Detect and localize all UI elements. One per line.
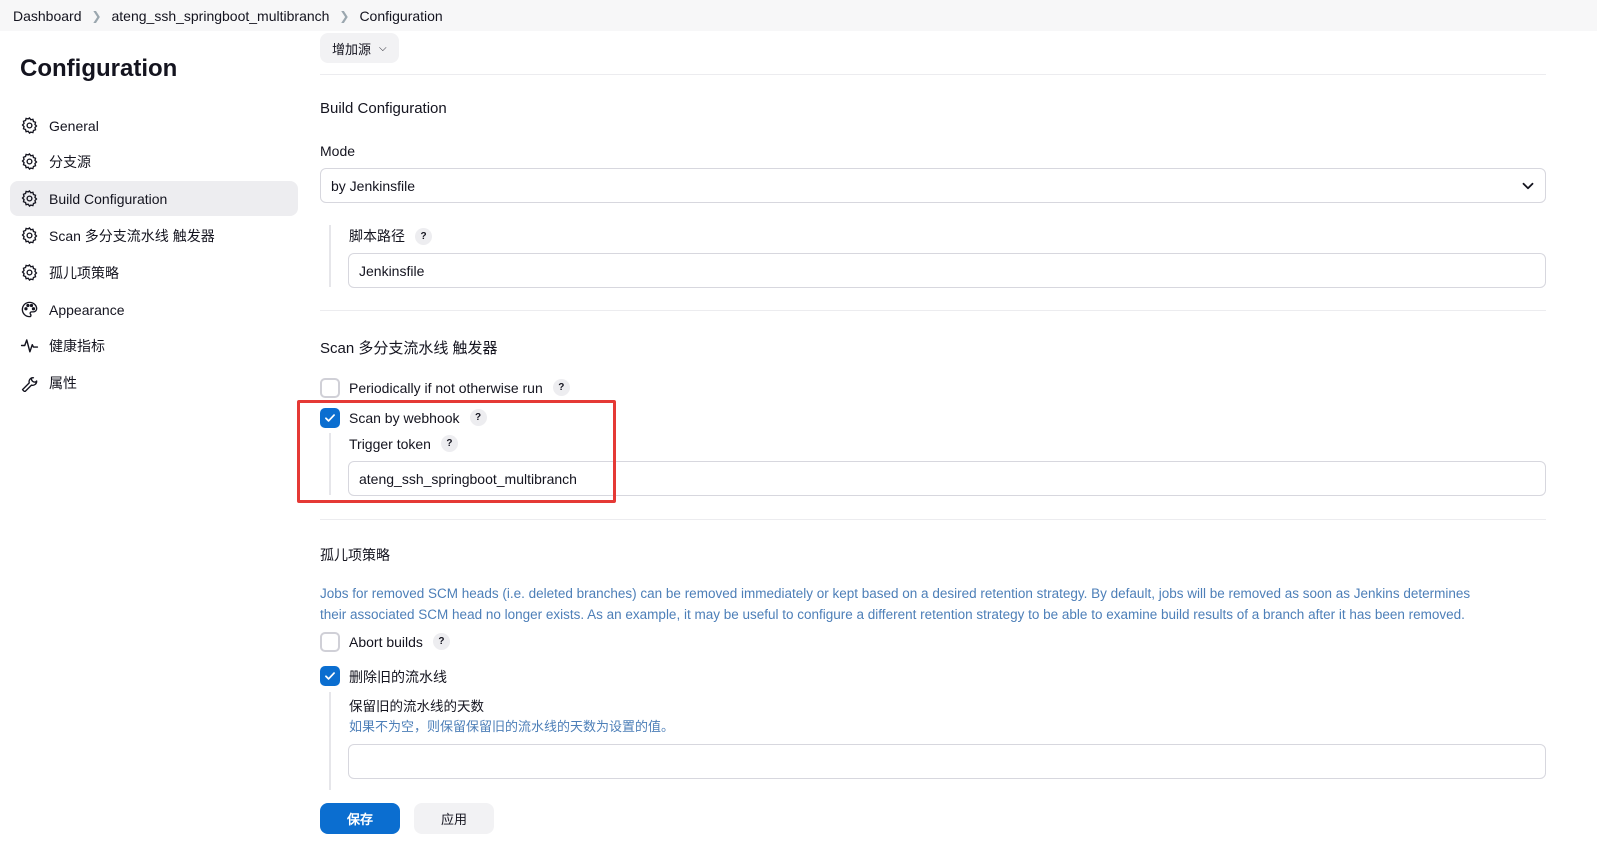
gear-icon	[20, 189, 39, 208]
sidebar-item-general[interactable]: General	[10, 108, 298, 143]
divider	[320, 310, 1546, 311]
checkmark-icon	[325, 672, 335, 680]
sidebar-item-scan-triggers[interactable]: Scan 多分支流水线 触发器	[10, 218, 298, 253]
breadcrumb-configuration[interactable]: Configuration	[359, 8, 442, 24]
chevron-down-icon	[1522, 182, 1534, 190]
abort-builds-label: Abort builds ?	[349, 633, 450, 650]
sidebar-item-appearance[interactable]: Appearance	[10, 292, 298, 327]
breadcrumb-project[interactable]: ateng_ssh_springboot_multibranch	[112, 8, 330, 24]
help-icon[interactable]: ?	[415, 227, 432, 245]
sidebar-item-orphan-strategy[interactable]: 孤儿项策略	[10, 255, 298, 290]
gear-icon	[20, 116, 39, 135]
breadcrumb: Dashboard ❯ ateng_ssh_springboot_multibr…	[0, 0, 1597, 31]
sidebar-item-build-configuration[interactable]: Build Configuration	[10, 181, 298, 216]
sidebar-item-label: Appearance	[49, 301, 125, 318]
chevron-down-icon: ⌵	[379, 42, 387, 54]
sidebar-item-health-metrics[interactable]: 健康指标	[10, 328, 298, 363]
sidebar-item-label: 孤儿项策略	[49, 264, 119, 281]
delete-old-checkbox[interactable]	[320, 666, 340, 686]
highlight-box	[297, 400, 616, 503]
nested-indent-line	[329, 225, 331, 287]
script-path-input[interactable]: Jenkinsfile	[348, 253, 1546, 288]
sidebar-item-label: 分支源	[49, 153, 91, 170]
sidebar-item-label: General	[49, 117, 99, 134]
page-title: Configuration	[20, 55, 178, 82]
palette-icon	[20, 300, 39, 319]
script-path-label-text: 脚本路径	[349, 228, 405, 244]
section-title-build-configuration: Build Configuration	[320, 100, 447, 117]
periodic-label: Periodically if not otherwise run ?	[349, 379, 570, 396]
mode-select[interactable]: by Jenkinsfile	[320, 168, 1546, 203]
gear-icon	[20, 263, 39, 282]
pulse-icon	[20, 336, 39, 355]
days-input[interactable]	[348, 744, 1546, 779]
delete-old-label: 删除旧的流水线	[349, 669, 447, 685]
periodic-label-text: Periodically if not otherwise run	[349, 379, 543, 396]
script-path-label: 脚本路径 ?	[349, 226, 432, 246]
help-icon[interactable]: ?	[432, 633, 450, 650]
chevron-right-icon: ❯	[339, 8, 350, 23]
mode-label: Mode	[320, 143, 356, 159]
orphan-description: Jobs for removed SCM heads (i.e. deleted…	[320, 586, 1471, 622]
bottom-action-bar	[310, 790, 1597, 858]
save-button[interactable]: 保存	[320, 803, 400, 834]
add-source-button[interactable]: 增加源 ⌵	[320, 33, 399, 63]
add-source-label: 增加源	[332, 41, 372, 57]
gear-icon	[20, 226, 39, 245]
section-title-scan-triggers: Scan 多分支流水线 触发器	[320, 340, 498, 357]
sidebar-item-label: Build Configuration	[49, 190, 168, 207]
section-title-orphan-strategy: 孤儿项策略	[320, 547, 390, 563]
mode-select-value: by Jenkinsfile	[331, 177, 416, 194]
divider	[320, 519, 1546, 520]
abort-builds-label-text: Abort builds	[349, 633, 423, 650]
days-hint: 如果不为空，则保留保留旧的流水线的天数为设置的值。	[349, 719, 675, 734]
days-label: 保留旧的流水线的天数	[349, 699, 484, 714]
breadcrumb-dashboard[interactable]: Dashboard	[13, 8, 82, 24]
gear-icon	[20, 152, 39, 171]
divider	[320, 74, 1546, 75]
sidebar-item-label: 属性	[49, 374, 77, 391]
sidebar-item-branch-sources[interactable]: 分支源	[10, 144, 298, 179]
help-icon[interactable]: ?	[552, 379, 570, 396]
nested-indent-line	[329, 692, 331, 792]
sidebar-item-properties[interactable]: 属性	[10, 365, 298, 400]
abort-builds-checkbox[interactable]	[320, 632, 340, 652]
periodic-checkbox[interactable]	[320, 378, 340, 398]
sidebar-item-label: 健康指标	[49, 337, 105, 354]
chevron-right-icon: ❯	[91, 8, 102, 23]
wrench-icon	[20, 373, 39, 392]
apply-button[interactable]: 应用	[414, 803, 494, 834]
sidebar-item-label: Scan 多分支流水线 触发器	[49, 227, 215, 244]
